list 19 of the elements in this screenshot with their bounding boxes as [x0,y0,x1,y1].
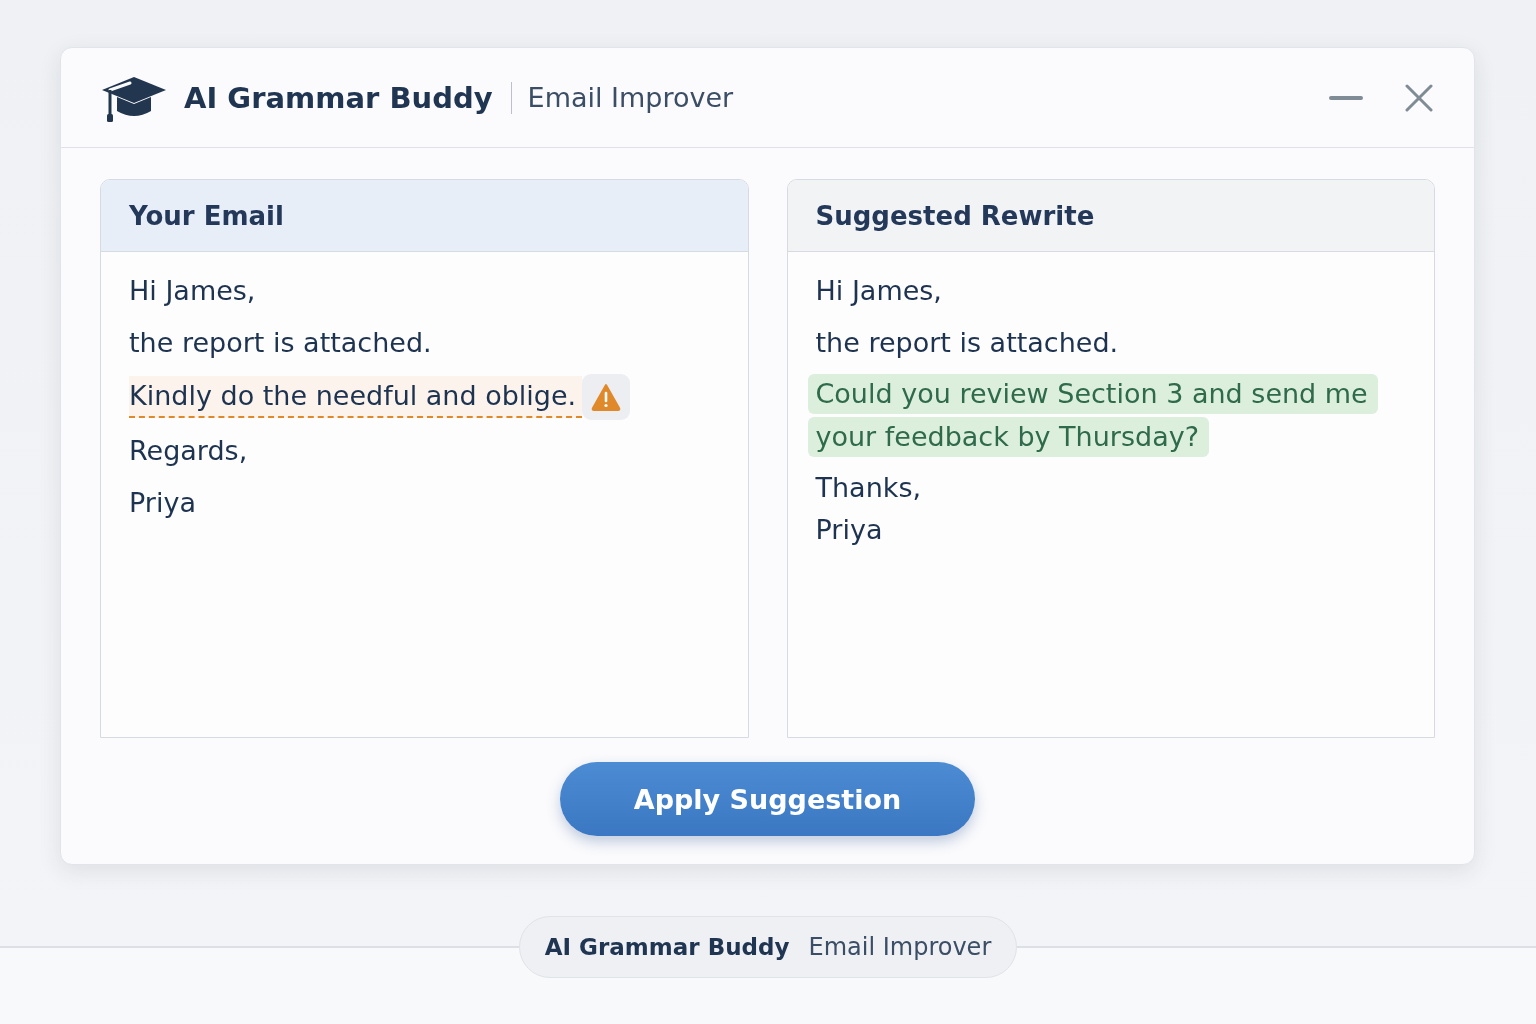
email-line: Priya [129,487,196,518]
footer-app-name: AI Grammar Buddy [544,934,790,960]
warning-icon [582,374,631,420]
email-line: Priya [815,514,883,545]
panel-title: Your Email [129,200,284,231]
email-line: Thanks, [815,472,922,503]
flagged-sentence: Kindly do the needful and oblige. [129,376,583,418]
email-line: Regards, [129,435,248,466]
panel-title: Suggested Rewrite [815,200,1095,231]
email-line: Hi James, [129,275,256,306]
app-name: AI Grammar Buddy [184,80,493,115]
email-line: Hi James, [815,275,942,306]
minimize-icon[interactable] [1329,95,1363,100]
email-line: the report is attached. [129,327,432,358]
close-icon[interactable] [1405,83,1433,112]
email-line: the report is attached. [815,327,1119,358]
app-subtitle: Email Improver [527,82,734,113]
footer-subtitle: Email Improver [808,933,992,961]
apply-suggestion-button[interactable]: Apply Suggestion [560,762,975,836]
